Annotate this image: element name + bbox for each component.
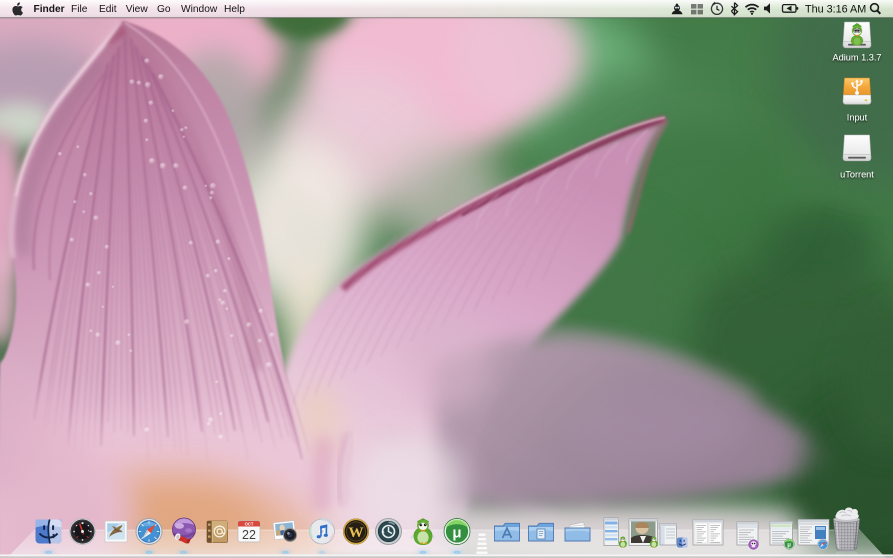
svg-text:File: File bbox=[71, 4, 88, 15]
svg-text:Thu 3:16 AM: Thu 3:16 AM bbox=[805, 3, 866, 15]
svg-text:Go: Go bbox=[157, 4, 171, 15]
svg-text:Help: Help bbox=[224, 4, 245, 15]
svg-text:Finder: Finder bbox=[34, 4, 65, 15]
svg-text:Edit: Edit bbox=[99, 4, 117, 15]
svg-text:View: View bbox=[126, 4, 149, 15]
svg-text:Window: Window bbox=[181, 4, 218, 15]
